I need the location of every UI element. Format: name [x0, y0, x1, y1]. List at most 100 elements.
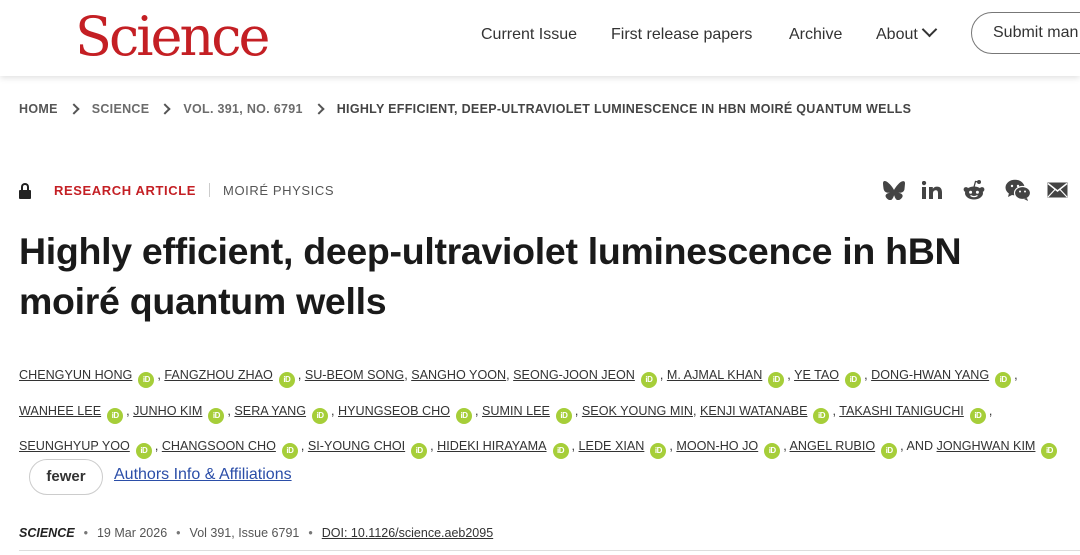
author-separator: , — [692, 403, 697, 418]
nav-archive[interactable]: Archive — [789, 24, 842, 46]
chevron-right-icon — [313, 103, 325, 115]
orcid-icon[interactable]: iD — [764, 443, 781, 459]
breadcrumb-science[interactable]: SCIENCE — [92, 102, 150, 116]
dot-separator: • — [83, 526, 88, 540]
author-separator: , — [300, 439, 305, 453]
breadcrumb: HOME SCIENCE VOL. 391, NO. 6791 HIGHLY E… — [19, 102, 911, 116]
author-separator: , — [1014, 368, 1018, 382]
author-separator: , — [331, 403, 335, 418]
orcid-icon[interactable]: iD — [969, 407, 986, 424]
author-name[interactable]: M. AJMAL KHAN — [667, 368, 762, 382]
orcid-icon[interactable]: iD — [278, 372, 295, 388]
orcid-icon[interactable]: iD — [768, 372, 785, 388]
nav-about[interactable]: About — [876, 21, 938, 46]
nav-first-release-papers[interactable]: First release papers — [611, 24, 752, 46]
author-name[interactable]: SI-YOUNG CHOI — [308, 439, 405, 453]
chevron-right-icon — [159, 103, 172, 115]
author-name[interactable]: ANGEL RUBIO — [790, 439, 876, 453]
reddit-icon[interactable] — [962, 178, 986, 202]
science-logo[interactable]: Science — [75, 7, 270, 67]
author-separator: , — [864, 368, 868, 382]
author-list: CHENGYUN HONG iD, FANGZHOU ZHAO iD, SU-BEO… — [19, 358, 1069, 465]
orcid-icon[interactable]: iD — [881, 443, 898, 459]
dot-separator: • — [176, 526, 181, 540]
author-separator: , — [787, 368, 791, 382]
nav-about-label: About — [876, 26, 918, 43]
orcid-icon[interactable]: iD — [995, 372, 1012, 388]
breadcrumb-current: HIGHLY EFFICIENT, DEEP-ULTRAVIOLET LUMIN… — [336, 102, 912, 116]
orcid-icon[interactable]: iD — [107, 407, 124, 424]
author-separator: , — [227, 403, 231, 418]
author-separator: , — [832, 403, 836, 418]
nav-current-issue[interactable]: Current Issue — [481, 24, 577, 46]
author-name[interactable]: MOON-HO JO — [676, 439, 758, 453]
author-separator: , — [126, 403, 130, 418]
author-name[interactable]: JONGHWAN KIM — [937, 439, 1036, 453]
orcid-icon[interactable]: iD — [138, 372, 155, 388]
author-separator: , AND — [900, 439, 934, 453]
orcid-icon[interactable]: iD — [552, 443, 569, 459]
orcid-icon[interactable]: iD — [640, 372, 657, 388]
bluesky-icon[interactable] — [883, 178, 905, 202]
wechat-icon[interactable] — [1005, 178, 1031, 202]
dot-separator: • — [308, 526, 313, 540]
author-name[interactable]: HIDEKI HIRAYAMA — [437, 439, 546, 453]
orcid-icon[interactable]: iD — [650, 443, 667, 459]
chevron-down-icon — [921, 21, 938, 38]
orcid-icon[interactable]: iD — [555, 407, 572, 424]
citation-row: SCIENCE • 19 Mar 2026 • Vol 391, Issue 6… — [19, 526, 493, 540]
author-name[interactable]: WANHEE LEE — [19, 404, 101, 418]
author-name[interactable]: YE TAO — [794, 368, 839, 382]
author-name[interactable]: DONG-HWAN YANG — [871, 368, 989, 382]
article-subject[interactable]: MOIRÉ PHYSICS — [223, 183, 334, 198]
doi-link[interactable]: DOI: 10.1126/science.aeb2095 — [322, 526, 493, 540]
email-icon[interactable] — [1047, 178, 1068, 202]
orcid-icon[interactable]: iD — [411, 443, 428, 459]
breadcrumb-home[interactable]: HOME — [19, 102, 58, 116]
author-name[interactable]: SEUNGHYUP YOO — [19, 439, 130, 453]
article-type: RESEARCH ARTICLE — [54, 182, 197, 198]
breadcrumb-issue[interactable]: VOL. 391, NO. 6791 — [183, 102, 302, 116]
fewer-authors-button[interactable]: fewer — [29, 459, 103, 495]
linkedin-icon[interactable] — [922, 178, 942, 202]
orcid-icon[interactable]: iD — [456, 407, 472, 424]
author-separator: , — [297, 368, 302, 382]
author-name[interactable]: FANGZHOU ZHAO — [164, 368, 272, 382]
author-separator: , — [154, 439, 159, 453]
author-separator: , — [430, 439, 434, 453]
author-line: CHENGYUN HONG iD, FANGZHOU ZHAO iD, SU-BEO… — [19, 358, 1069, 394]
author-name[interactable]: SEONG-JOON JEON — [513, 368, 635, 382]
author-name[interactable]: SANGHO YOON — [411, 368, 506, 382]
author-separator: , — [404, 368, 408, 382]
author-name[interactable]: SERA YANG — [234, 404, 306, 418]
author-name[interactable]: JUNHO KIM — [133, 404, 202, 418]
orcid-icon[interactable]: iD — [135, 443, 152, 459]
author-name[interactable]: TAKASHI TANIGUCHI — [839, 404, 964, 418]
chevron-right-icon — [68, 103, 80, 115]
orcid-icon[interactable]: iD — [281, 443, 298, 459]
author-name[interactable]: KENJI WATANABE — [700, 404, 808, 418]
author-line: SEUNGHYUP YOO iD, CHANGSOON CHO iD, SI-YOU… — [19, 429, 1069, 465]
divider — [19, 550, 1080, 551]
author-name[interactable]: SUMIN LEE — [482, 404, 550, 418]
orcid-icon[interactable]: iD — [312, 407, 329, 424]
author-separator: , — [571, 439, 576, 453]
author-separator: , — [506, 368, 510, 382]
orcid-icon[interactable]: iD — [208, 407, 225, 424]
author-name[interactable]: HYUNGSEOB CHO — [338, 404, 450, 418]
orcid-icon[interactable]: iD — [813, 407, 830, 424]
author-separator: , — [475, 403, 479, 418]
publication-date: 19 Mar 2026 — [96, 526, 168, 540]
authors-info-affiliations-link[interactable]: Authors Info & Affiliations — [114, 466, 292, 484]
volume-issue[interactable]: Vol 391, Issue 6791 — [190, 526, 300, 540]
submit-manuscript-button[interactable]: Submit man — [971, 12, 1080, 54]
author-separator: , — [783, 439, 787, 453]
lock-icon — [19, 182, 31, 199]
author-name[interactable]: SEOK YOUNG MIN — [582, 404, 693, 418]
author-name[interactable]: CHANGSOON CHO — [162, 439, 276, 453]
author-name[interactable]: LEDE XIAN — [579, 439, 645, 453]
orcid-icon[interactable]: iD — [1041, 443, 1058, 459]
orcid-icon[interactable]: iD — [845, 372, 862, 388]
author-name[interactable]: CHENGYUN HONG — [19, 368, 132, 382]
author-name[interactable]: SU-BEOM SONG — [305, 368, 404, 382]
